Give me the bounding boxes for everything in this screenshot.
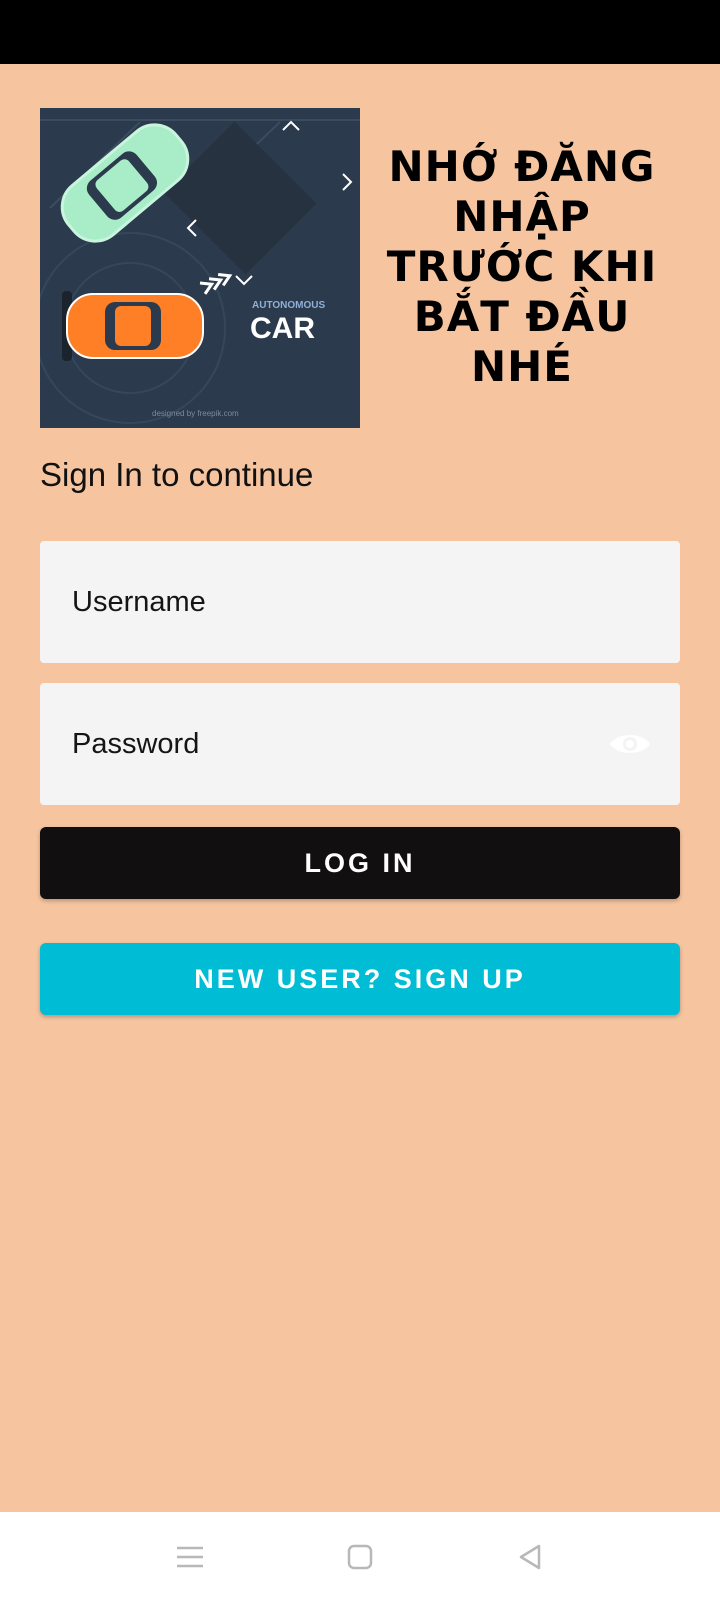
navigation-bar: [0, 1512, 720, 1600]
menu-icon[interactable]: [175, 1542, 205, 1572]
username-field[interactable]: Username: [40, 541, 680, 663]
back-icon[interactable]: [515, 1542, 545, 1572]
logo-illustration: AUTONOMOUS CAR designed by freepik.com: [40, 108, 360, 428]
logo-brand-small: AUTONOMOUS: [252, 300, 325, 311]
login-button[interactable]: LOG IN: [40, 827, 680, 899]
status-bar: [0, 0, 720, 64]
autonomous-car-logo: AUTONOMOUS CAR designed by freepik.com: [40, 108, 360, 428]
eye-icon[interactable]: [608, 729, 652, 759]
username-placeholder: Username: [72, 586, 206, 618]
password-field[interactable]: Password: [40, 683, 680, 805]
signup-button[interactable]: NEW USER? SIGN UP: [40, 943, 680, 1015]
page-title: NHỚ ĐĂNG NHẬP TRƯỚC KHI BẮT ĐẦU NHÉ: [386, 142, 658, 391]
logo-credit: designed by freepik.com: [152, 409, 239, 418]
sign-in-subtitle: Sign In to continue: [40, 456, 314, 493]
home-icon[interactable]: [345, 1542, 375, 1572]
logo-brand-big: CAR: [250, 312, 315, 345]
password-placeholder: Password: [72, 728, 200, 760]
